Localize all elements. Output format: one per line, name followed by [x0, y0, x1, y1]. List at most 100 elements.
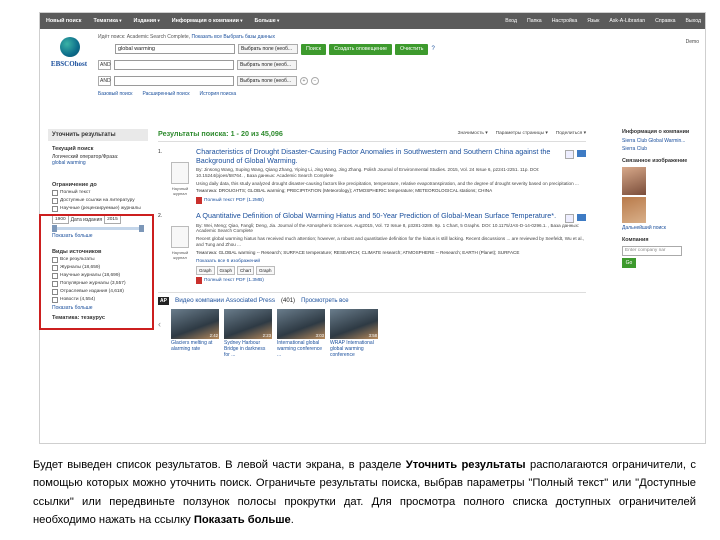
limit-peer-reviewed[interactable]: Научные (рецензируемые) журналы	[52, 206, 144, 212]
limit-full-text[interactable]: Полный текст	[52, 190, 144, 196]
company-link-2[interactable]: Sierra Club	[622, 146, 702, 152]
nav-language[interactable]: Язык	[587, 18, 599, 24]
sort-select[interactable]: Значимость ▾	[458, 131, 488, 136]
choose-databases-link[interactable]: Выбрать базы данных	[223, 34, 275, 40]
result-body: A Quantitative Definition of Global Warm…	[196, 212, 586, 284]
pdf-icon	[196, 276, 202, 284]
nav-company-info[interactable]: Информация о компании	[172, 18, 243, 24]
pdf-full-text-link[interactable]: Полный текст PDF (1.3MB)	[196, 276, 586, 284]
field-select-2[interactable]: Выбрать поле (необ...	[237, 60, 297, 70]
video-thumbnail[interactable]: 2:23	[224, 308, 272, 339]
video-count: (401)	[281, 297, 296, 304]
current-search-title[interactable]: Текущий поиск	[52, 146, 144, 152]
add-to-folder-icon[interactable]	[577, 214, 586, 222]
video-caption[interactable]: Glaciers melting at alarming rate	[171, 340, 219, 352]
result-type-label: Научный журнал	[171, 250, 189, 261]
basic-search-link[interactable]: Базовый поиск	[98, 91, 132, 97]
nav-more[interactable]: Больше	[255, 18, 280, 24]
video-section-title[interactable]: Видео компании Associated Press	[175, 297, 275, 304]
video-item[interactable]: 2:42 Glaciers melting at alarming rate	[171, 308, 219, 352]
create-alert-button[interactable]: Создать оповещение	[328, 43, 392, 55]
result-tools	[565, 214, 586, 224]
caption-bold-show-more: Показать больше	[193, 514, 291, 527]
video-thumbnail[interactable]: 2:42	[171, 308, 219, 339]
related-image-1[interactable]	[622, 167, 646, 195]
video-duration: 2:23	[262, 332, 271, 338]
related-images-title: Связанное изображение	[622, 158, 688, 164]
limit-peer-reviewed-label: Научные (рецензируемые) журналы	[60, 206, 141, 211]
result-title-link[interactable]: A Quantitative Definition of Global Warm…	[196, 212, 586, 221]
help-icon[interactable]: ?	[431, 46, 434, 52]
limit-to-title[interactable]: Ограничение до	[52, 182, 144, 188]
video-duration: 3:58	[368, 332, 377, 338]
page-options-select[interactable]: Параметры страницы ▾	[496, 131, 548, 136]
image-thumb[interactable]: Graph	[256, 265, 275, 275]
limit-references[interactable]: Доступные ссылки на литературу	[52, 198, 144, 204]
bool-op-select-2[interactable]: AND	[98, 60, 111, 70]
nav-subjects[interactable]: Тематика	[93, 18, 121, 24]
profile-label: Demo	[685, 39, 699, 45]
checkbox-icon[interactable]	[52, 206, 58, 212]
video-carousel: ‹ 2:42 Glaciers melting at alarming rate…	[158, 308, 586, 358]
results-count-title: Результаты поиска: 1 - 20 из 45,096	[158, 129, 283, 138]
search-input-2[interactable]	[114, 60, 234, 70]
result-tools	[565, 150, 586, 159]
result-thumbnail: Научный журнал	[168, 162, 192, 204]
image-thumb[interactable]: Graph	[196, 265, 215, 275]
result-title-link[interactable]: Characteristics of Drought Disaster-Caus…	[196, 147, 586, 165]
nav-exit[interactable]: Выход	[685, 18, 701, 24]
show-all-images-link[interactable]: Показать все 6 изображений	[196, 259, 586, 264]
show-all-link[interactable]: Показать все	[191, 34, 222, 40]
ebsco-logo[interactable]: EBSCOhost	[46, 37, 92, 75]
video-caption[interactable]: Sydney Harbour Bridge in darkness for ..…	[224, 340, 272, 358]
video-item[interactable]: 3:58 WRAP International global warming c…	[330, 308, 378, 358]
nav-sign-in[interactable]: Вход	[505, 18, 517, 24]
field-select-1[interactable]: Выбрать поле (необ...	[238, 44, 298, 54]
pdf-full-text-link[interactable]: Полный текст PDF (1.2MB)	[196, 197, 586, 205]
journal-doc-icon	[171, 162, 189, 184]
checkbox-icon[interactable]	[52, 198, 58, 204]
share-menu[interactable]: Поделиться ▾	[556, 131, 586, 136]
search-button[interactable]: Поиск	[301, 43, 326, 55]
further-search-link[interactable]: Дальнейший поиск	[622, 225, 702, 231]
video-caption[interactable]: WRAP International global warming confer…	[330, 340, 378, 358]
nav-new-search[interactable]: Новый поиск	[46, 18, 81, 24]
add-row-icon[interactable]: +	[300, 77, 308, 85]
search-input-1[interactable]: global warming	[115, 44, 235, 54]
preview-magnifier-icon[interactable]	[565, 150, 574, 159]
advanced-search-link[interactable]: Расширенный поиск	[142, 91, 189, 97]
add-to-folder-icon[interactable]	[577, 150, 586, 157]
video-thumbnail[interactable]: 3:03	[277, 308, 325, 339]
video-duration: 2:42	[209, 332, 218, 338]
remove-row-icon[interactable]: −	[311, 77, 319, 85]
image-thumb[interactable]: Graph	[216, 265, 236, 275]
nav-preferences[interactable]: Настройка	[552, 18, 578, 24]
bool-op-select-3[interactable]: AND	[98, 76, 111, 86]
checkbox-icon[interactable]	[52, 190, 58, 196]
nav-publications[interactable]: Издания	[134, 18, 160, 24]
pdf-icon	[196, 197, 202, 205]
video-item[interactable]: 2:23 Sydney Harbour Bridge in darkness f…	[224, 308, 272, 358]
journal-doc-icon	[171, 226, 189, 249]
limit-to-highlight-box	[39, 214, 154, 330]
company-input[interactable]: Enter company nar	[622, 246, 682, 256]
carousel-prev-icon[interactable]: ‹	[158, 309, 166, 339]
go-button[interactable]: Go	[622, 258, 636, 268]
search-input-3[interactable]	[114, 76, 234, 86]
clear-button[interactable]: Очистить	[395, 43, 429, 55]
company-link-1[interactable]: Sierra Club Global Warmin...	[622, 138, 702, 144]
nav-ask-librarian[interactable]: Ask-A-Librarian	[609, 18, 645, 24]
preview-magnifier-icon[interactable]	[565, 214, 574, 224]
related-image-2[interactable]	[622, 197, 646, 223]
nav-folder[interactable]: Папка	[527, 18, 542, 24]
video-caption[interactable]: International global warming conference …	[277, 340, 325, 358]
image-thumb[interactable]: Chart	[237, 265, 255, 275]
video-item[interactable]: 3:03 International global warming confer…	[277, 308, 325, 358]
caption-bold-refine: Уточнить результаты	[405, 459, 526, 471]
nav-help[interactable]: Справка	[655, 18, 675, 24]
search-history-link[interactable]: История поиска	[200, 91, 237, 97]
view-all-videos-link[interactable]: Просмотреть все	[301, 298, 349, 304]
video-thumbnail[interactable]: 3:58	[330, 308, 378, 339]
boolean-value-link[interactable]: global warming	[52, 160, 86, 166]
field-select-3[interactable]: Выбрать поле (необ...	[237, 76, 297, 86]
